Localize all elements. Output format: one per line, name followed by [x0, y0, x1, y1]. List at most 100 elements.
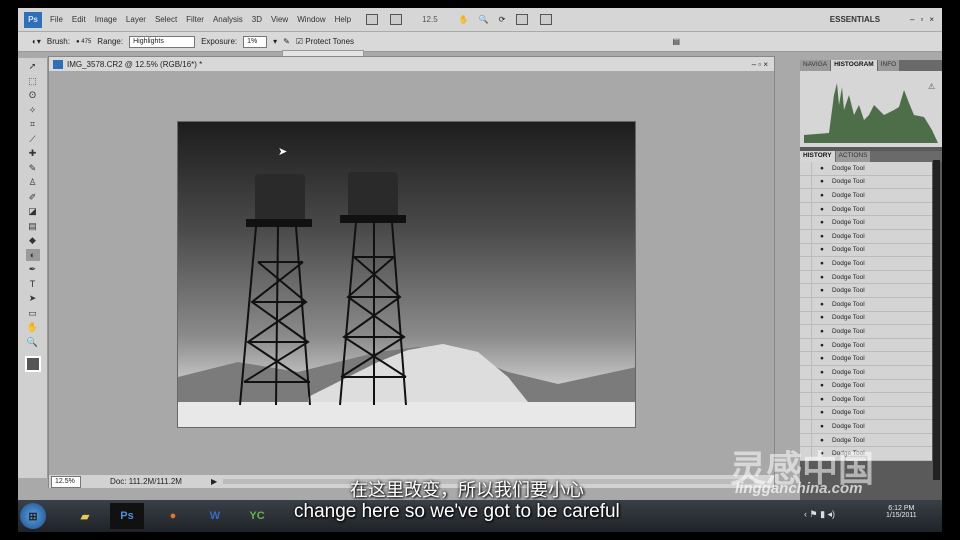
tool-6-icon[interactable]: ✚	[26, 147, 40, 159]
tool-8-icon[interactable]: ♙	[26, 176, 40, 188]
system-tray[interactable]: ‹ ⚑ ▮ ◂)	[804, 509, 835, 520]
history-item[interactable]: ● Dodge Tool	[800, 162, 932, 176]
tool-0-icon[interactable]: ➚	[26, 60, 40, 72]
tool-17-icon[interactable]: ▭	[26, 307, 40, 319]
word-taskbar-icon[interactable]: W	[198, 503, 232, 529]
history-item[interactable]: ● Dodge Tool	[800, 325, 932, 339]
panel-toggle-icon[interactable]: ▤	[672, 37, 680, 46]
history-scrollbar[interactable]	[933, 160, 940, 480]
tool-10-icon[interactable]: ◪	[26, 205, 40, 217]
tool-5-icon[interactable]: ⟋	[26, 133, 40, 145]
snapshot-source-checkbox[interactable]	[800, 202, 812, 216]
bridge-icon[interactable]	[366, 14, 379, 25]
tool-11-icon[interactable]: ▤	[26, 220, 40, 232]
dodge-tool-preset-icon[interactable]: ◐▾	[32, 37, 41, 46]
tool-15-icon[interactable]: T	[26, 278, 40, 290]
photoshop-taskbar-icon[interactable]: Ps	[110, 503, 144, 529]
menu-file[interactable]: File	[50, 15, 63, 24]
menu-help[interactable]: Help	[335, 15, 351, 24]
tool-16-icon[interactable]: ➤	[26, 292, 40, 304]
close-button[interactable]: ×	[929, 15, 934, 24]
menu-edit[interactable]: Edit	[72, 15, 86, 24]
zoom-level-dropdown[interactable]: 12.5	[422, 15, 438, 24]
status-menu-arrow[interactable]: ▶	[211, 477, 217, 486]
menu-filter[interactable]: Filter	[186, 15, 204, 24]
doc-size[interactable]: Doc: 111.2M/111.2M	[87, 477, 205, 486]
snapshot-source-checkbox[interactable]	[800, 297, 812, 311]
history-item[interactable]: ● Dodge Tool	[800, 229, 932, 244]
brush-picker[interactable]: ● 475	[76, 39, 91, 45]
exposure-input[interactable]: 1%	[243, 35, 268, 48]
clock[interactable]: 6:12 PM 1/15/2011	[886, 505, 917, 519]
rotate-view-icon[interactable]: ⟳	[499, 15, 506, 24]
dodge-tool-icon[interactable]: ◐	[25, 248, 40, 261]
snapshot-source-checkbox[interactable]	[800, 216, 812, 229]
panel-tab-history[interactable]: HISTORY	[800, 151, 835, 162]
snapshot-source-checkbox[interactable]	[800, 325, 812, 338]
snapshot-source-checkbox[interactable]	[800, 189, 812, 202]
menu-window[interactable]: Window	[297, 15, 325, 24]
tool-4-icon[interactable]: ⌗	[26, 118, 40, 130]
history-item[interactable]: ● Dodge Tool	[800, 189, 932, 203]
history-item[interactable]: ● Dodge Tool	[800, 352, 932, 366]
firefox-taskbar-icon[interactable]: ●	[156, 503, 190, 529]
history-item[interactable]: ● Dodge Tool	[800, 420, 932, 434]
history-item[interactable]: ● Dodge Tool	[800, 406, 932, 421]
snapshot-source-checkbox[interactable]	[800, 284, 812, 297]
history-item[interactable]: ● Dodge Tool	[800, 243, 932, 258]
snapshot-source-checkbox[interactable]	[800, 257, 812, 270]
panel-tab-histogram[interactable]: HISTOGRAM	[831, 60, 877, 71]
history-item[interactable]: ● Dodge Tool	[800, 379, 932, 394]
tool-1-icon[interactable]: ⬚	[26, 75, 40, 87]
airbrush-icon[interactable]: ✎	[283, 37, 290, 46]
tool-14-icon[interactable]: ✒	[26, 263, 40, 275]
screen-mode-icon[interactable]	[540, 14, 553, 25]
history-item[interactable]: ● Dodge Tool	[800, 311, 932, 326]
exposure-slider-toggle[interactable]: ▾	[273, 37, 277, 46]
minimize-button[interactable]: –	[910, 15, 914, 24]
snapshot-source-checkbox[interactable]	[800, 243, 812, 257]
snapshot-source-checkbox[interactable]	[800, 338, 812, 352]
snapshot-source-checkbox[interactable]	[800, 311, 812, 325]
snapshot-source-checkbox[interactable]	[800, 420, 812, 433]
start-button[interactable]: ⊞	[20, 503, 46, 529]
tool-18-icon[interactable]: ✋	[26, 321, 40, 333]
history-item[interactable]: ● Dodge Tool	[800, 257, 932, 271]
menu-3d[interactable]: 3D	[252, 15, 262, 24]
history-item[interactable]: ● Dodge Tool	[800, 365, 932, 380]
hand-tool-icon[interactable]: ✋	[459, 15, 469, 24]
snapshot-source-checkbox[interactable]	[800, 406, 812, 420]
tool-3-icon[interactable]: ✧	[26, 104, 40, 116]
snapshot-source-checkbox[interactable]	[800, 365, 812, 379]
tool-12-icon[interactable]: ◆	[26, 234, 40, 246]
history-item[interactable]: ● Dodge Tool	[800, 297, 932, 312]
history-item[interactable]: ● Dodge Tool	[800, 270, 932, 285]
zoom-field[interactable]: 12.5%	[51, 475, 81, 488]
tool-2-icon[interactable]: ʘ	[26, 89, 40, 101]
history-item[interactable]: ● Dodge Tool	[800, 216, 932, 230]
snapshot-source-checkbox[interactable]	[800, 379, 812, 393]
history-item[interactable]: ● Dodge Tool	[800, 175, 932, 190]
menu-select[interactable]: Select	[155, 15, 177, 24]
zoom-tool-icon[interactable]: 🔍	[479, 15, 489, 24]
explorer-taskbar-icon[interactable]: ▰	[68, 503, 102, 529]
history-item[interactable]: ● Dodge Tool	[800, 338, 932, 353]
snapshot-source-checkbox[interactable]	[800, 393, 812, 406]
history-item[interactable]: ● Dodge Tool	[800, 393, 932, 407]
tool-19-icon[interactable]: 🔍	[26, 336, 40, 348]
document-tab[interactable]: IMG_3578.CR2 @ 12.5% (RGB/16*) * – ▫ ×	[49, 57, 774, 71]
arrange-documents-icon[interactable]	[516, 14, 529, 25]
history-item[interactable]: ● Dodge Tool	[800, 202, 932, 217]
snapshot-source-checkbox[interactable]	[800, 175, 812, 189]
history-item[interactable]: ● Dodge Tool	[800, 284, 932, 298]
restore-button[interactable]: ▫	[920, 15, 923, 24]
app-taskbar-icon[interactable]: YC	[240, 503, 274, 529]
range-select[interactable]: Highlights	[129, 35, 196, 48]
tool-9-icon[interactable]: ✐	[26, 191, 40, 203]
snapshot-source-checkbox[interactable]	[800, 229, 812, 243]
photo-canvas[interactable]	[177, 121, 636, 428]
workspace-switcher[interactable]: ESSENTIALS	[830, 15, 880, 24]
panel-tab-info[interactable]: INFO	[877, 60, 900, 71]
menu-view[interactable]: View	[271, 15, 288, 24]
color-swatches[interactable]	[24, 355, 41, 372]
